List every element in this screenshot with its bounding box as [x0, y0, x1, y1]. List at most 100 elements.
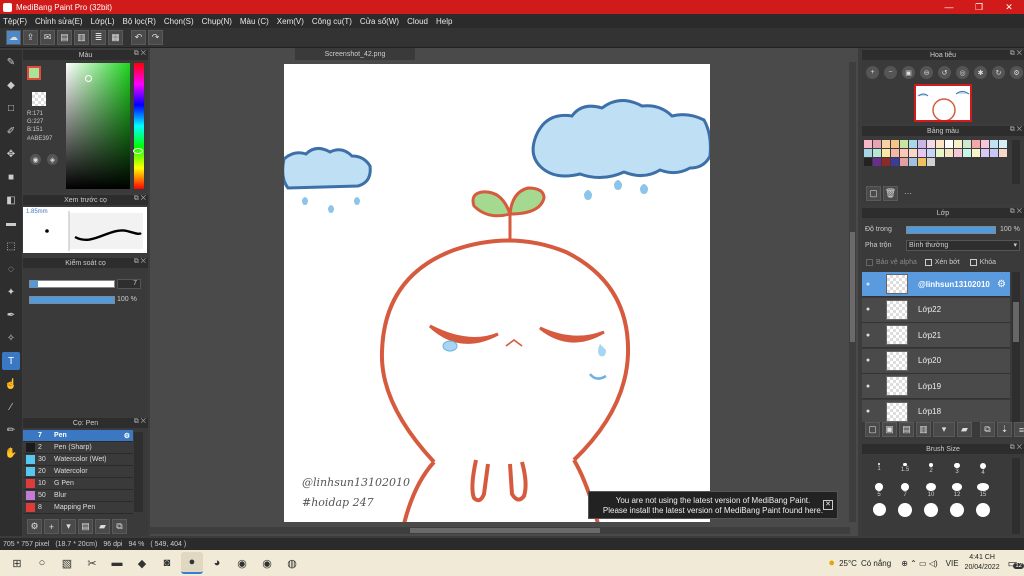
palette-color-swatch[interactable]: [936, 140, 944, 148]
rect-fill-tool-icon[interactable]: ■: [2, 168, 20, 186]
zoom-out-icon[interactable]: −: [884, 66, 897, 79]
visibility-icon[interactable]: ●: [862, 408, 874, 415]
windows-start-icon[interactable]: ⊞: [6, 552, 28, 574]
add-layer-menu-icon[interactable]: ▾: [933, 422, 955, 437]
merge-layer-icon[interactable]: ⇣: [997, 422, 1012, 437]
palette-color-swatch[interactable]: [954, 149, 962, 157]
saturation-value-picker[interactable]: [66, 63, 130, 189]
notification-line-2[interactable]: Please install the latest version of Med…: [589, 506, 837, 516]
brush-folder-icon[interactable]: ▰: [95, 519, 110, 534]
chrome-icon-2[interactable]: ◉: [256, 552, 278, 574]
brush-settings-icon[interactable]: ⚙: [27, 519, 42, 534]
palette-color-swatch[interactable]: [918, 149, 926, 157]
brush-list-item[interactable]: 20 Watercolor: [23, 466, 133, 478]
reset-rotation-icon[interactable]: ◎: [956, 66, 969, 79]
brush-list-item[interactable]: 10 G Pen: [23, 478, 133, 490]
menu-layer[interactable]: Lớp(L): [91, 17, 115, 26]
layer-folder-icon[interactable]: ▰: [957, 422, 972, 437]
visibility-icon[interactable]: ●: [862, 357, 874, 364]
gear-icon[interactable]: ⚙: [997, 279, 1006, 290]
navigator-settings-icon[interactable]: ⚙: [1010, 66, 1023, 79]
undo-icon[interactable]: ↶: [131, 30, 146, 45]
navigator-thumbnail[interactable]: [914, 84, 972, 122]
weather-temp[interactable]: 25°C: [839, 559, 857, 568]
flip-icon[interactable]: ✱: [974, 66, 987, 79]
weather-text[interactable]: Có nắng: [861, 559, 891, 568]
brush-window-icon[interactable]: ⧉: [112, 519, 127, 534]
foreground-color-swatch[interactable]: [27, 66, 41, 80]
panel-controls-icon[interactable]: ⧉ ✕: [1010, 208, 1022, 216]
upload-icon[interactable]: ⇪: [23, 30, 38, 45]
hue-cursor[interactable]: [133, 148, 143, 154]
brush-tool-icon[interactable]: ✎: [2, 53, 20, 71]
select-tool-icon[interactable]: ⬚: [2, 237, 20, 255]
language-indicator[interactable]: VIE: [946, 559, 959, 568]
palette-color-swatch[interactable]: [918, 158, 926, 166]
shape-tool-icon[interactable]: □: [2, 99, 20, 117]
brush-list-item[interactable]: 8 Mapping Pen: [23, 502, 133, 514]
cloud-icon[interactable]: ☁: [6, 30, 21, 45]
new-layer-icon[interactable]: ▢: [865, 422, 880, 437]
layer-row[interactable]: ● Lớp19: [862, 374, 1010, 399]
brush-size-option[interactable]: 7: [892, 478, 918, 498]
palette-color-swatch[interactable]: [963, 149, 971, 157]
camera-app-icon[interactable]: ◙: [156, 552, 178, 574]
eyedropper-icon[interactable]: ◈: [47, 154, 58, 165]
gear-icon[interactable]: ⚙: [124, 432, 130, 440]
layer-opacity-slider[interactable]: [906, 226, 996, 234]
notification-close-button[interactable]: ✕: [823, 500, 833, 510]
palette-color-swatch[interactable]: [981, 149, 989, 157]
layer-row[interactable]: ● Lớp20: [862, 348, 1010, 374]
bucket-tool-icon[interactable]: ◧: [2, 191, 20, 209]
palette-color-swatch[interactable]: [891, 149, 899, 157]
panel-controls-icon[interactable]: ⧉ ✕: [134, 418, 146, 426]
palette-color-swatch[interactable]: [864, 149, 872, 157]
horizontal-scroll-thumb[interactable]: [410, 528, 600, 533]
palette-color-swatch[interactable]: [882, 140, 890, 148]
color-wheel-icon[interactable]: ◉: [30, 154, 41, 165]
fit-window-icon[interactable]: ▣: [902, 66, 915, 79]
coccoc-icon[interactable]: ◕: [206, 552, 228, 574]
palette-add-icon[interactable]: ▢: [866, 186, 881, 201]
eraser-tool-icon[interactable]: ◆: [2, 76, 20, 94]
lock-checkbox[interactable]: [969, 259, 977, 266]
operation-tool-icon[interactable]: ☝: [2, 375, 20, 393]
brush-size-option[interactable]: [944, 498, 970, 518]
palette-color-swatch[interactable]: [882, 158, 890, 166]
brush-size-option[interactable]: 10: [918, 478, 944, 498]
panel-controls-icon[interactable]: ⧉ ✕: [1010, 50, 1022, 58]
menu-view[interactable]: Xem(V): [277, 17, 304, 26]
brush-list-scrollbar[interactable]: [134, 432, 143, 512]
brush-size-option[interactable]: [918, 498, 944, 518]
grid-icon[interactable]: ▦: [108, 30, 123, 45]
layer-row[interactable]: ● @linhsun13102010 ⚙: [862, 272, 1010, 297]
palette-color-swatch[interactable]: [882, 149, 890, 157]
brush-size-option[interactable]: 3: [944, 458, 970, 478]
palette-color-swatch[interactable]: [954, 140, 962, 148]
brush-size-option[interactable]: 4: [970, 458, 996, 478]
palette-color-swatch[interactable]: [900, 149, 908, 157]
layer-row[interactable]: ● Lớp22: [862, 297, 1010, 323]
menu-window[interactable]: Cửa sổ(W): [360, 17, 399, 26]
select-eraser-tool-icon[interactable]: ✧: [2, 329, 20, 347]
palette-color-swatch[interactable]: [909, 158, 917, 166]
select-pen-tool-icon[interactable]: ✒: [2, 306, 20, 324]
palette-color-swatch[interactable]: [963, 140, 971, 148]
background-color-swatch[interactable]: [32, 92, 46, 106]
palette-color-swatch[interactable]: [972, 140, 980, 148]
brush-size-option[interactable]: 15: [970, 478, 996, 498]
visibility-icon[interactable]: ●: [862, 281, 874, 288]
menu-help[interactable]: Help: [436, 17, 452, 26]
sv-cursor[interactable]: [85, 75, 92, 82]
layer-scroll-thumb[interactable]: [1013, 302, 1019, 342]
brush-size-option[interactable]: 12: [944, 478, 970, 498]
palette-color-swatch[interactable]: [864, 140, 872, 148]
palette-delete-icon[interactable]: 🗑: [883, 186, 898, 201]
palette-color-swatch[interactable]: [918, 140, 926, 148]
brush-copy-icon[interactable]: ▤: [78, 519, 93, 534]
new-8bit-layer-icon[interactable]: ▤: [899, 422, 914, 437]
search-icon[interactable]: ○: [31, 552, 53, 574]
visibility-icon[interactable]: ●: [862, 306, 874, 313]
new-halftone-layer-icon[interactable]: ▣: [882, 422, 897, 437]
brush-size-scrollbar[interactable]: [1012, 458, 1020, 534]
